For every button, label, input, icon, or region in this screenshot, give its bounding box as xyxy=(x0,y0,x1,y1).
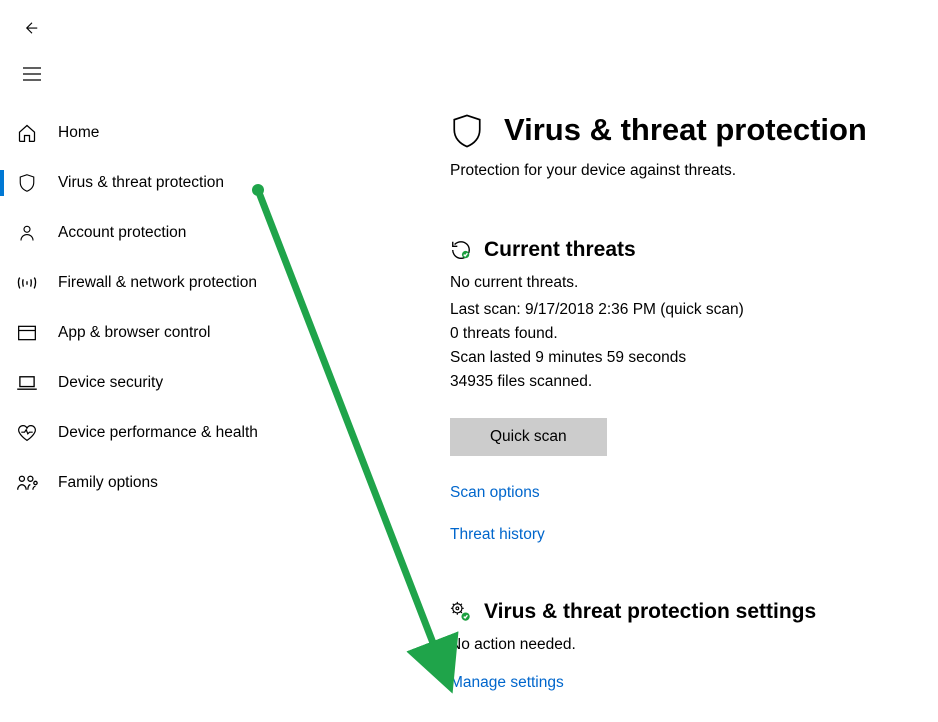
browser-icon xyxy=(16,322,38,344)
home-icon xyxy=(16,122,38,144)
current-threats-heading: Current threats xyxy=(484,238,636,262)
threats-status: No current threats. xyxy=(450,274,908,292)
sidebar-item-performance[interactable]: Device performance & health xyxy=(0,408,400,458)
threat-history-link[interactable]: Threat history xyxy=(450,526,908,544)
sidebar-item-label: Account protection xyxy=(58,224,186,242)
settings-status: No action needed. xyxy=(450,636,908,654)
gear-settings-icon xyxy=(450,601,472,623)
files-scanned-text: 34935 files scanned. xyxy=(450,370,908,394)
shield-icon xyxy=(16,172,38,194)
shield-icon xyxy=(450,112,486,148)
threats-found-text: 0 threats found. xyxy=(450,322,908,346)
last-scan-text: Last scan: 9/17/2018 2:36 PM (quick scan… xyxy=(450,298,908,322)
scan-options-link[interactable]: Scan options xyxy=(450,484,908,502)
sidebar-item-label: Family options xyxy=(58,474,158,492)
person-icon xyxy=(16,222,38,244)
sidebar-item-label: Device security xyxy=(58,374,163,392)
heart-icon xyxy=(16,422,38,444)
main-content: Virus & threat protection Protection for… xyxy=(400,90,938,716)
manage-settings-link[interactable]: Manage settings xyxy=(450,674,908,692)
back-button[interactable] xyxy=(16,12,48,44)
scan-duration-text: Scan lasted 9 minutes 59 seconds xyxy=(450,346,908,370)
sidebar-item-device-security[interactable]: Device security xyxy=(0,358,400,408)
page-title: Virus & threat protection xyxy=(504,112,867,148)
antenna-icon xyxy=(16,272,38,294)
scan-history-icon xyxy=(450,239,472,261)
sidebar-item-home[interactable]: Home xyxy=(0,108,400,158)
quick-scan-button[interactable]: Quick scan xyxy=(450,418,607,456)
menu-button[interactable] xyxy=(16,58,48,90)
settings-heading: Virus & threat protection settings xyxy=(484,600,816,624)
sidebar: Home Virus & threat protection Account p… xyxy=(0,90,400,716)
sidebar-item-label: Device performance & health xyxy=(58,424,258,442)
sidebar-item-family[interactable]: Family options xyxy=(0,458,400,508)
sidebar-item-virus[interactable]: Virus & threat protection xyxy=(0,158,400,208)
sidebar-item-label: Home xyxy=(58,124,99,142)
family-icon xyxy=(16,472,38,494)
sidebar-item-app-browser[interactable]: App & browser control xyxy=(0,308,400,358)
sidebar-item-label: Firewall & network protection xyxy=(58,274,257,292)
page-subtitle: Protection for your device against threa… xyxy=(450,162,908,180)
laptop-icon xyxy=(16,372,38,394)
sidebar-item-label: Virus & threat protection xyxy=(58,174,224,192)
sidebar-item-label: App & browser control xyxy=(58,324,211,342)
sidebar-item-firewall[interactable]: Firewall & network protection xyxy=(0,258,400,308)
sidebar-item-account[interactable]: Account protection xyxy=(0,208,400,258)
